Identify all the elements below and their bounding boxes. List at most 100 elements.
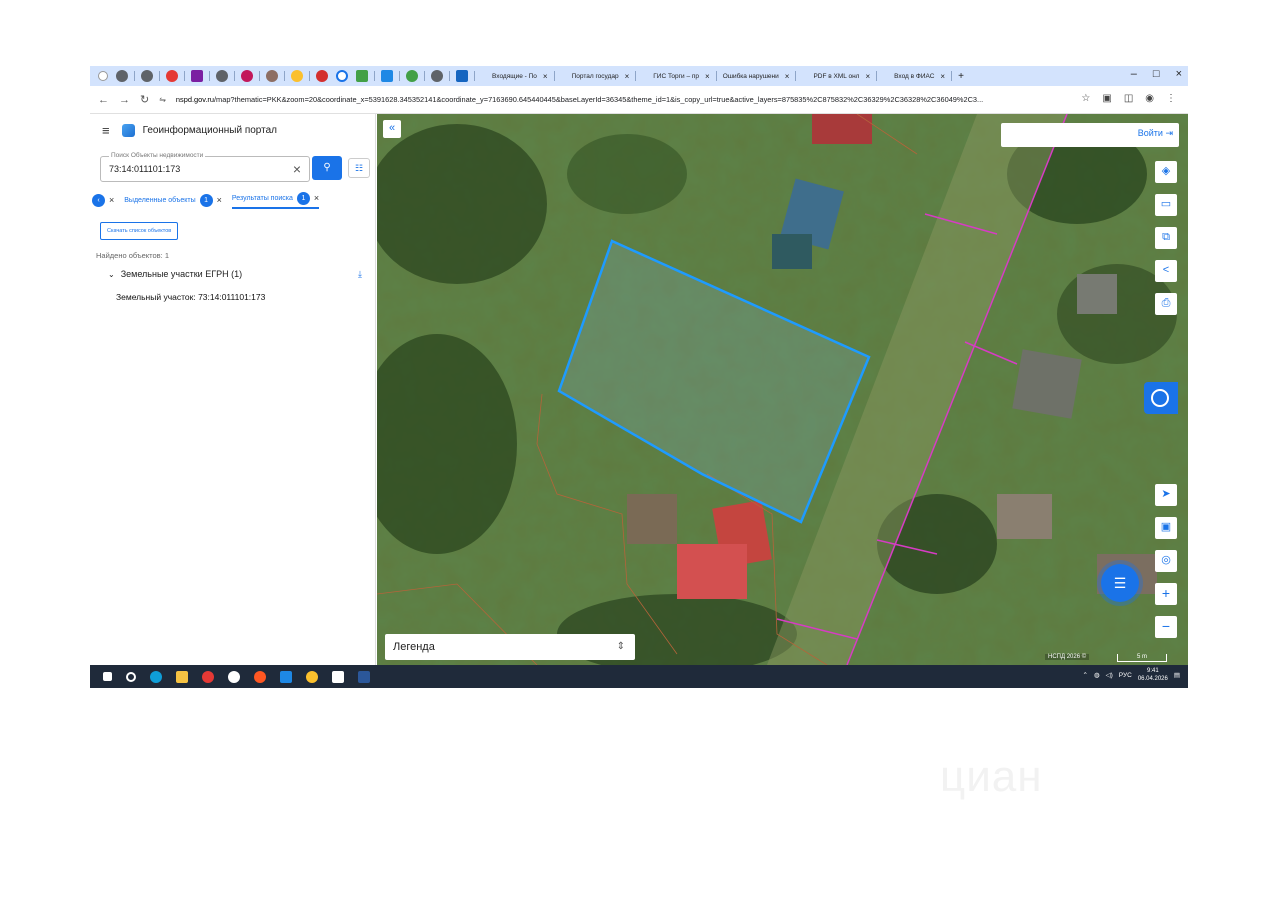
clear-icon[interactable]: × — [293, 161, 301, 177]
list-item[interactable]: Земельный участок: 73:14:011101:173 — [116, 292, 265, 302]
app-icon[interactable] — [280, 670, 292, 683]
tab-gis-torgi[interactable]: ГИС Торги – пр × — [638, 68, 713, 84]
chevron-up-icon[interactable]: ⌃ — [1082, 671, 1087, 679]
close-icon[interactable]: × — [625, 72, 630, 81]
chat-icon: ☰ — [1113, 575, 1127, 591]
sidebar-tabs: ‹ × Выделенные объекты 1 × Результаты поиск… — [90, 190, 376, 210]
language-indicator[interactable]: РУС — [1119, 672, 1132, 679]
tab-separator — [715, 71, 717, 81]
pinned-tab-icon[interactable] — [116, 70, 128, 82]
filter-button[interactable]: ☷ — [348, 158, 370, 178]
close-icon[interactable]: × — [109, 195, 114, 205]
zoom-out-button[interactable]: − — [1155, 616, 1177, 638]
pinned-tab-icon[interactable] — [266, 70, 278, 82]
collapse-sidebar-button[interactable]: « — [383, 120, 401, 138]
profile-icon[interactable]: ◉ — [1145, 93, 1154, 104]
pinned-tab-icon[interactable] — [456, 70, 468, 82]
search-input[interactable] — [109, 164, 279, 174]
tab-strip: Входящие - По × Портал государ × ГИС Торги… — [90, 66, 1188, 86]
new-tab-button[interactable]: + — [958, 71, 964, 82]
yandex-icon[interactable] — [254, 670, 266, 683]
login-button[interactable]: Войти ⇥ — [1138, 128, 1173, 139]
extensions-puzzle-icon[interactable]: ◫ — [1124, 93, 1133, 104]
minimize-icon[interactable]: – — [1131, 68, 1137, 80]
tab-separator — [795, 71, 797, 81]
forward-icon[interactable]: → — [119, 94, 130, 106]
tab-inbox[interactable]: Входящие - По × — [477, 68, 552, 84]
pinned-tab-icon[interactable] — [356, 70, 368, 82]
close-icon[interactable]: × — [217, 195, 222, 205]
volume-icon[interactable]: ◁) — [1106, 671, 1113, 679]
tab-selected-objects[interactable]: Выделенные объекты 1 × — [124, 193, 222, 207]
word-icon[interactable] — [358, 670, 370, 683]
pinned-tab-icon[interactable] — [216, 70, 228, 82]
filter-sliders-icon: ☷ — [354, 163, 364, 173]
legend-panel[interactable]: Легенда ⇕ — [385, 634, 635, 660]
pinned-tab-icon[interactable] — [406, 70, 418, 82]
expand-icon[interactable]: ⇕ — [617, 634, 625, 660]
pinned-tab-icon[interactable] — [141, 70, 153, 82]
tab-separator — [284, 71, 285, 81]
chevron-down-icon[interactable]: ⌄ — [108, 270, 115, 279]
download-icon[interactable]: ⤓ — [358, 269, 362, 280]
chrome-icon[interactable] — [306, 670, 318, 683]
hamburger-menu-icon[interactable]: ≡ — [102, 123, 110, 138]
network-icon[interactable]: ◍ — [1094, 671, 1100, 679]
tab-gosuslugi[interactable]: Портал государ × — [557, 68, 634, 84]
close-icon[interactable]: × — [785, 72, 790, 81]
close-icon[interactable]: × — [705, 72, 710, 81]
print-button[interactable]: ⎙ — [1155, 293, 1177, 315]
geolocation-button[interactable]: ◎ — [1155, 550, 1177, 572]
pinned-tab-icon[interactable] — [241, 70, 253, 82]
bookmark-star-icon[interactable]: ☆ — [1081, 93, 1090, 104]
result-group[interactable]: ⌄ Земельные участки ЕГРН (1) ⤓ — [108, 269, 368, 279]
extension-icon[interactable]: ▣ — [1102, 93, 1111, 104]
tab-scroll-left[interactable]: ‹ × — [92, 193, 114, 207]
search-button[interactable]: ⚲ — [312, 156, 342, 180]
notifications-icon[interactable]: ▤ — [1174, 671, 1180, 679]
close-icon[interactable]: × — [940, 72, 945, 81]
pinned-tab-icon[interactable] — [291, 70, 303, 82]
pinned-tab-icon[interactable] — [381, 70, 393, 82]
map-view[interactable]: « Войти ⇥ ◈ ▭ ⧉ < ⎙ ➤ ▣ ◎ + − ☰ Легенда … — [377, 114, 1188, 665]
file-explorer-icon[interactable] — [176, 670, 188, 683]
maximize-icon[interactable]: □ — [1153, 68, 1160, 80]
tab-pdf-xml[interactable]: PDF в XML онл × — [798, 68, 874, 84]
tab-fias[interactable]: Вход в ФИАС × — [879, 68, 949, 84]
search-taskbar-icon[interactable] — [126, 671, 136, 682]
tab-search-results[interactable]: Результаты поиска 1 × — [231, 191, 320, 209]
close-window-icon[interactable]: × — [1176, 68, 1182, 80]
reload-icon[interactable]: ↻ — [140, 93, 149, 106]
close-icon[interactable]: × — [865, 72, 870, 81]
pinned-tab-icon[interactable] — [431, 70, 443, 82]
edge-icon[interactable] — [150, 670, 162, 683]
area-select-button[interactable]: ⧉ — [1155, 227, 1177, 249]
ruler-button[interactable]: ▭ — [1155, 194, 1177, 216]
menu-dots-icon[interactable]: ⋮ — [1166, 93, 1176, 104]
basemap-button[interactable]: ▣ — [1155, 517, 1177, 539]
close-icon[interactable]: × — [314, 193, 319, 203]
assistant-tab[interactable] — [1144, 382, 1178, 414]
download-list-button[interactable]: Скачать список объектов — [100, 222, 179, 240]
active-tab-icon[interactable] — [336, 70, 348, 82]
app-icon[interactable] — [228, 670, 240, 683]
pinned-tab-icon[interactable] — [191, 70, 203, 82]
back-icon[interactable]: ← — [98, 94, 109, 106]
pinned-tab-icon[interactable] — [166, 70, 178, 82]
tab-list-icon[interactable] — [98, 71, 108, 81]
zoom-in-button[interactable]: + — [1155, 583, 1177, 605]
chat-button[interactable]: ☰ — [1101, 564, 1139, 602]
tab-error[interactable]: Ошибка нарушени × — [719, 68, 794, 84]
locate-button[interactable]: ➤ — [1155, 484, 1177, 506]
layers-button[interactable]: ◈ — [1155, 161, 1177, 183]
site-info-icon[interactable]: ⇋ — [159, 95, 166, 104]
search-field[interactable]: Поиск Объекты недвижимости × — [100, 152, 310, 182]
close-icon[interactable]: × — [543, 72, 548, 81]
pinned-tab-icon[interactable] — [316, 70, 328, 82]
yandex-browser-icon[interactable] — [332, 670, 344, 683]
url-field[interactable]: nspd.gov.ru/map?thematic=PKK&zoom=20&coo… — [176, 95, 1046, 104]
share-button[interactable]: < — [1155, 260, 1177, 282]
clock[interactable]: 9:41 06.04.2026 — [1138, 667, 1168, 683]
start-icon[interactable] — [103, 672, 112, 681]
opera-icon[interactable] — [202, 670, 214, 683]
